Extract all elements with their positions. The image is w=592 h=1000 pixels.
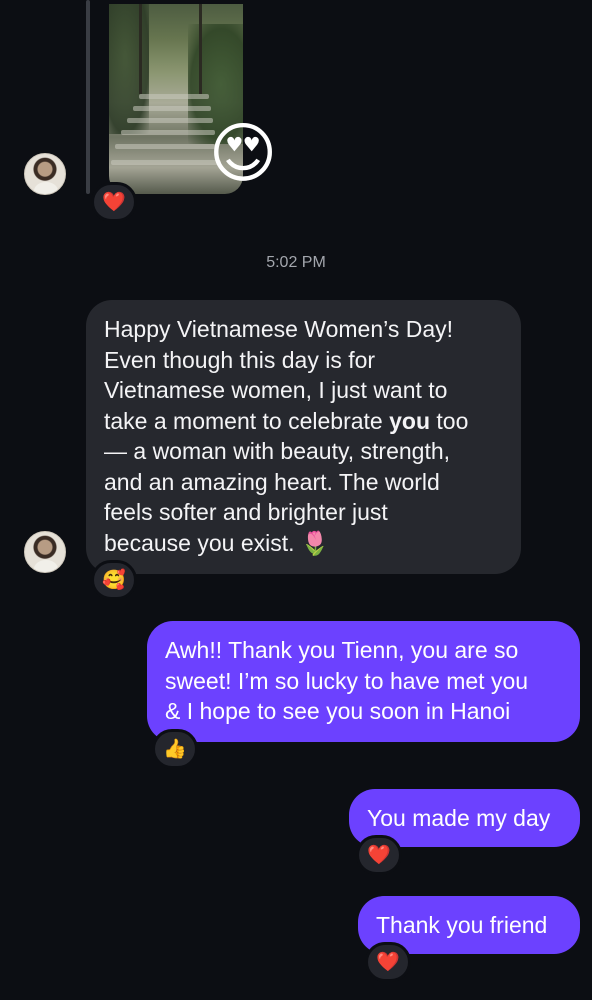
photo-foliage-left [109, 4, 149, 134]
heart-reaction[interactable]: ❤️ [356, 835, 402, 875]
message-bold-text: you [389, 407, 430, 434]
incoming-message-bubble[interactable]: Happy Vietnamese Women’s Day! Even thoug… [86, 300, 521, 574]
photo-stair [139, 94, 209, 99]
message-line: Thank you friend [376, 912, 548, 938]
photo-stair [127, 118, 213, 123]
heart-eyes-emoji-reaction[interactable]: 😍 [206, 117, 280, 191]
message-line: Vietnamese women, I just want to [104, 377, 448, 403]
message-line: Awh!! Thank you Tienn, you are so [165, 637, 519, 663]
photo-stair [115, 144, 215, 149]
thumbs-up-reaction[interactable]: 👍 [152, 729, 198, 769]
message-line: feels softer and brighter just [104, 499, 388, 525]
photo-heart-reaction[interactable]: ❤️ [91, 182, 137, 222]
message-line: — a woman with beauty, strength, [104, 438, 451, 464]
message-text: too [430, 407, 469, 434]
photo-tree [199, 4, 202, 94]
message-line: Happy Vietnamese Women’s Day! [104, 316, 454, 342]
sender-avatar[interactable] [24, 153, 66, 195]
smiling-hearts-reaction[interactable]: 🥰 [91, 560, 137, 600]
message-line: and an amazing heart. The world [104, 468, 440, 495]
message-line: because you exist. 🌷 [104, 529, 330, 556]
message-line: Even though this day is for [104, 346, 376, 373]
message-timestamp: 5:02 PM [266, 254, 326, 271]
message-line: You made my day [367, 805, 551, 831]
message-line: sweet! I’m so lucky to have met you [165, 667, 529, 694]
message-line: & I hope to see you soon in Hanoi [165, 698, 511, 724]
sender-avatar[interactable] [24, 531, 66, 573]
message-line: take a moment to celebrate you too [104, 406, 503, 437]
heart-reaction[interactable]: ❤️ [365, 942, 411, 982]
message-thread[interactable]: 😍 ❤️ 5:02 PM Happy Vietnamese Women’s Da… [0, 0, 592, 1000]
outgoing-message-bubble[interactable]: Awh!! Thank you Tienn, you are so sweet!… [147, 621, 580, 742]
photo-tree [139, 4, 142, 94]
photo-stair [133, 106, 211, 111]
reply-indicator-line [86, 0, 90, 194]
photo-stair [111, 160, 221, 165]
photo-stair [121, 130, 215, 135]
message-text: take a moment to celebrate [104, 407, 390, 434]
